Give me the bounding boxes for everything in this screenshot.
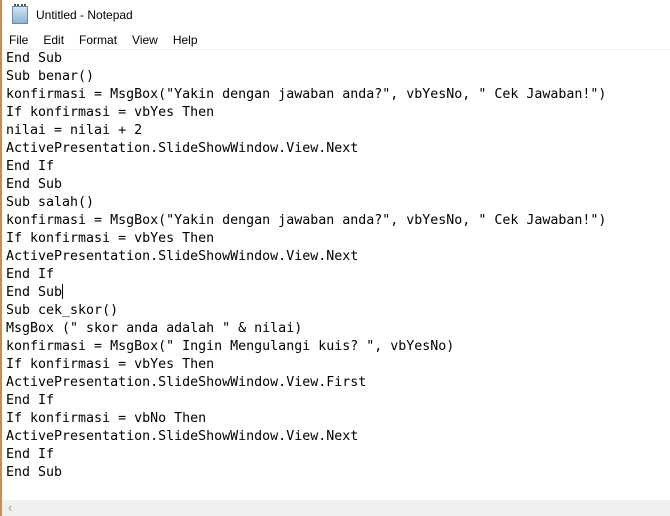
code-line: ActivePresentation.SlideShowWindow.View.…: [6, 249, 359, 264]
code-line: End Sub: [6, 465, 63, 480]
menu-edit[interactable]: Edit: [43, 33, 64, 47]
code-line: If konfirmasi = vbYes Then: [6, 357, 215, 372]
code-line: End Sub: [6, 177, 63, 192]
scroll-left-icon[interactable]: ‹: [8, 500, 12, 515]
menu-format[interactable]: Format: [79, 33, 117, 47]
code-line: If konfirmasi = vbNo Then: [6, 411, 207, 426]
code-line: If konfirmasi = vbYes Then: [6, 231, 215, 246]
code-line: End If: [6, 393, 55, 408]
menu-view[interactable]: View: [132, 33, 158, 47]
code-line: End If: [6, 159, 55, 174]
code-line: End Sub: [6, 284, 64, 300]
code-line: nilai = nilai + 2: [6, 123, 143, 138]
code-line: End If: [6, 447, 55, 462]
code-line: ActivePresentation.SlideShowWindow.View.…: [6, 375, 367, 390]
window-title: Untitled - Notepad: [36, 8, 133, 22]
horizontal-scrollbar[interactable]: ‹: [2, 500, 670, 516]
menu-bar: File Edit Format View Help: [2, 30, 670, 49]
text-caret: [62, 284, 64, 299]
code-line: ActivePresentation.SlideShowWindow.View.…: [6, 429, 359, 444]
code-line: End If: [6, 267, 55, 282]
code-line: konfirmasi = MsgBox(" Ingin Mengulangi k…: [6, 339, 455, 354]
code-line: konfirmasi = MsgBox("Yakin dengan jawaba…: [6, 87, 607, 102]
code-line: Sub salah(): [6, 195, 95, 210]
code-line: konfirmasi = MsgBox("Yakin dengan jawaba…: [6, 213, 607, 228]
code-line: End Sub: [6, 51, 63, 66]
text-editor[interactable]: End Sub Sub benar() konfirmasi = MsgBox("Y…: [2, 50, 670, 500]
code-line: ActivePresentation.SlideShowWindow.View.…: [6, 141, 359, 156]
code-line: MsgBox (" skor anda adalah " & nilai): [6, 321, 303, 336]
code-line: If konfirmasi = vbYes Then: [6, 105, 215, 120]
code-line: Sub cek_skor(): [6, 303, 119, 318]
menu-help[interactable]: Help: [173, 33, 198, 47]
code-line: Sub benar(): [6, 69, 95, 84]
menu-file[interactable]: File: [9, 33, 28, 47]
notepad-icon: [12, 4, 28, 24]
title-bar: Untitled - Notepad: [2, 0, 670, 30]
